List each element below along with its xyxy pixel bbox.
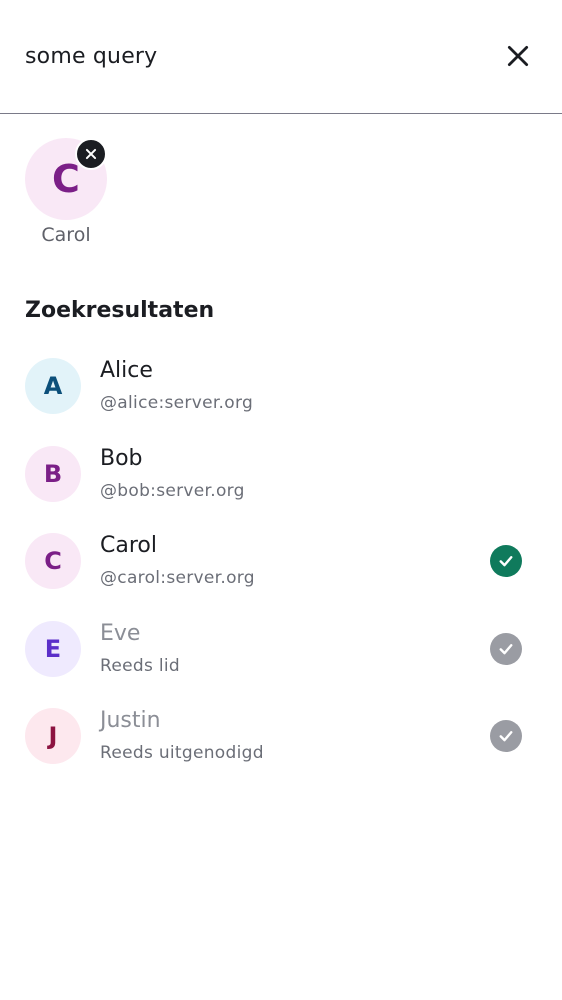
close-icon [85,148,97,160]
avatar: B [25,445,81,502]
user-name: Carol [100,533,157,558]
list-item: E Eve Reeds lid [0,605,562,693]
check-icon [490,545,522,577]
avatar: A [25,358,81,414]
selected-user-name: Carol [41,224,91,246]
avatar-initial: C [52,157,80,201]
close-icon [507,45,529,67]
remove-selected-user-button[interactable] [75,138,107,170]
user-subtitle: @bob:server.org [100,480,245,501]
avatar-initial: J [48,722,58,750]
search-input[interactable] [25,36,465,76]
avatar-initial: C [44,547,62,575]
avatar-initial: A [43,372,63,400]
selected-user-chip: C Carol [25,138,107,250]
avatar: C [25,533,81,589]
avatar: J [25,708,81,764]
list-item[interactable]: A Alice @alice:server.org [0,342,562,430]
avatar: E [25,620,81,677]
user-name: Justin [100,708,161,733]
user-subtitle: @carol:server.org [100,568,255,588]
user-name: Bob [100,445,143,471]
invite-people-screen: C Carol Zoekresultaten A Alice @alice:serv… [0,0,562,1000]
check-icon [490,632,522,665]
avatar-initial: B [43,459,63,488]
user-subtitle: @alice:server.org [100,393,254,413]
list-item[interactable]: B Bob @bob:server.org [0,430,562,518]
user-subtitle: Reeds lid [100,655,180,676]
avatar-initial: E [44,634,62,663]
search-results-list: A Alice @alice:server.org B Bob @bob:server.o… [0,342,562,780]
user-subtitle: Reeds uitgenodigd [100,743,264,763]
check-icon [490,720,522,752]
user-name: Eve [100,620,141,646]
clear-search-button[interactable] [494,32,542,80]
list-item: J Justin Reeds uitgenodigd [0,692,562,780]
user-name: Alice [100,358,153,383]
search-results-heading: Zoekresultaten [25,298,215,323]
list-item[interactable]: C Carol @carol:server.org [0,517,562,605]
search-bar [0,0,562,114]
